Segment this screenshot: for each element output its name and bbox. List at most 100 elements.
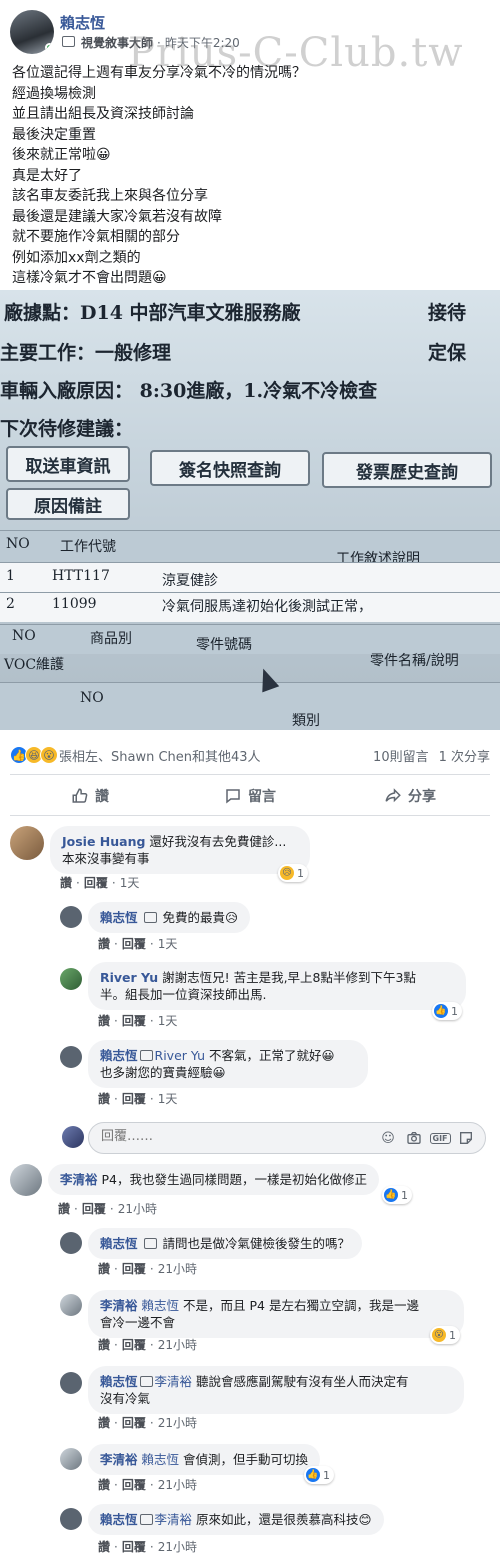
comment-text: 半。組長加一位資深技師出馬. (100, 987, 267, 1002)
commenter-name[interactable]: 賴志恆 (100, 1374, 138, 1389)
photo-cell: 商品別 (90, 631, 132, 647)
camera-icon[interactable] (405, 1129, 423, 1147)
commenter-avatar[interactable] (60, 1508, 82, 1530)
comment-reply-link[interactable]: 回覆 (122, 1092, 146, 1106)
photo-cell: VOC維護 (4, 657, 65, 673)
commenter-name[interactable]: Josie Huang (62, 834, 145, 849)
comment-like-link[interactable]: 讚 (98, 1338, 110, 1352)
current-user-avatar (62, 1126, 84, 1148)
photo-button: 簽名快照查詢 (150, 450, 310, 486)
photo-cell: NO (80, 690, 104, 706)
comment-like-link[interactable]: 讚 (58, 1202, 70, 1216)
commenter-avatar[interactable] (60, 906, 82, 928)
commenter-name[interactable]: 賴志恆 (100, 1236, 138, 1251)
commenter-avatar[interactable] (10, 1164, 42, 1196)
mentioned-user[interactable]: 賴志恆 (142, 1452, 180, 1467)
author-badge[interactable]: 視覺敘事大師 (81, 34, 153, 51)
comment-reply-link[interactable]: 回覆 (122, 937, 146, 951)
comment-time[interactable]: 21小時 (158, 1416, 197, 1430)
comment-like-link[interactable]: 讚 (98, 1478, 110, 1492)
comment-time[interactable]: 1天 (158, 1092, 178, 1106)
mentioned-user[interactable]: 李清裕 (155, 1512, 193, 1527)
comment-reply-link[interactable]: 回覆 (82, 1202, 106, 1216)
comment-reaction-count[interactable]: 😮 1 (430, 1326, 460, 1344)
reply-box: ☺ GIF (88, 1122, 486, 1154)
commenter-avatar[interactable] (10, 826, 44, 860)
commenter-name[interactable]: 李清裕 (100, 1452, 138, 1467)
comment-reaction-count[interactable]: 👍 1 (382, 1186, 412, 1204)
commenter-avatar[interactable] (60, 968, 82, 990)
comment-text: P4，我也發生過同樣問題，一樣是初始化做修正 (101, 1172, 368, 1187)
commenter-avatar[interactable] (60, 1046, 82, 1068)
comment-reply-link[interactable]: 回覆 (84, 876, 108, 890)
comment-time[interactable]: 1天 (158, 1014, 178, 1028)
comment-time[interactable]: 21小時 (158, 1262, 197, 1276)
comment-meta: 讚 · 回覆 · 21小時 (98, 1338, 197, 1352)
comment-meta: 讚 · 回覆 · 1天 (98, 937, 178, 951)
commenter-name[interactable]: 李清裕 (100, 1298, 138, 1313)
comment-reaction-count[interactable]: 😥 1 (278, 864, 308, 882)
commenter-name[interactable]: 賴志恆 (100, 910, 138, 925)
author-name[interactable]: 賴志恆 (60, 12, 105, 33)
comment-reply-link[interactable]: 回覆 (122, 1262, 146, 1276)
comment-text: 請問也是做冷氣健檢後發生的嗎？ (162, 1236, 350, 1251)
comment-reply: 李清裕 賴志恆 不是，而且 P4 是左右獨立空調，我是一邊 會冷一邊不會 😮 1… (60, 1290, 490, 1356)
comment-like-link[interactable]: 讚 (60, 876, 72, 890)
comment-like-link[interactable]: 讚 (98, 1540, 110, 1554)
comments-count[interactable]: 10則留言 (373, 746, 429, 765)
commenter-name[interactable]: 賴志恆 (100, 1048, 138, 1063)
sticker-icon[interactable] (457, 1129, 475, 1147)
commenter-avatar[interactable] (60, 1232, 82, 1254)
comment-time[interactable]: 1天 (120, 876, 140, 890)
comment-reply-link[interactable]: 回覆 (122, 1338, 146, 1352)
emoji-icon[interactable]: ☺ (379, 1129, 397, 1147)
commenter-name[interactable]: River Yu (100, 970, 158, 985)
author-avatar[interactable] (10, 10, 54, 54)
comment-like-link[interactable]: 讚 (98, 1416, 110, 1430)
mentioned-user[interactable]: River Yu (155, 1048, 205, 1063)
comment-reply-link[interactable]: 回覆 (122, 1014, 146, 1028)
shares-count[interactable]: 1 次分享 (439, 746, 490, 765)
comment-text: 本來沒事變有事 (62, 851, 150, 866)
comment-reply-link[interactable]: 回覆 (122, 1416, 146, 1430)
comment-time[interactable]: 21小時 (158, 1338, 197, 1352)
post-line: 這樣冷氣才不會出問題😀 (12, 270, 167, 286)
commenter-avatar[interactable] (60, 1448, 82, 1470)
mentioned-user[interactable]: 賴志恆 (142, 1298, 180, 1313)
gif-icon[interactable]: GIF (429, 1129, 451, 1147)
post-line: 例如添加xx劑之類的 (12, 249, 141, 266)
mentioned-user[interactable]: 李清裕 (155, 1374, 193, 1389)
meta-separator: · (157, 35, 161, 50)
comment-like-link[interactable]: 讚 (98, 1262, 110, 1276)
comment-reaction-count[interactable]: 👍 1 (304, 1466, 334, 1484)
post-line: 各位還記得上週有車友分享冷氣不冷的情況嗎？ (12, 65, 306, 81)
share-button[interactable]: 分享 (330, 778, 490, 814)
comment-like-link[interactable]: 讚 (98, 1092, 110, 1106)
comment: 李清裕 P4，我也發生過同樣問題，一樣是初始化做修正 👍 1 讚 · 回覆 · 21小時 (10, 1164, 490, 1220)
post-timestamp[interactable]: 昨天下午2:20 (165, 34, 240, 51)
divider (10, 774, 490, 775)
reaction-icons[interactable]: 👍 😆 😮 (10, 746, 58, 764)
like-label: 讚 (95, 789, 109, 805)
commenter-avatar[interactable] (60, 1294, 82, 1316)
comment-time[interactable]: 1天 (158, 937, 178, 951)
photo-cell: HTT117 (52, 568, 110, 584)
like-button[interactable]: 讚 (10, 778, 170, 814)
commenter-name[interactable]: 李清裕 (60, 1172, 98, 1187)
reaction-names[interactable]: 張相左、Shawn Chen和其他43人 (59, 746, 261, 765)
commenter-name[interactable]: 賴志恆 (100, 1512, 138, 1527)
comment-time[interactable]: 21小時 (158, 1478, 197, 1492)
comment-reply-link[interactable]: 回覆 (122, 1478, 146, 1492)
commenter-avatar[interactable] (60, 1372, 82, 1394)
comment-time[interactable]: 21小時 (118, 1202, 157, 1216)
comment-reaction-count[interactable]: 👍 1 (432, 1002, 462, 1020)
comment-like-link[interactable]: 讚 (98, 937, 110, 951)
comment-bubble: 賴志恆 免費的最貴😥 (88, 902, 251, 933)
comment-like-link[interactable]: 讚 (98, 1014, 110, 1028)
post-photo[interactable]: 廠據點：D14 中部汽車文雅服務廠 接待 主要工作：一般修理 定保 車輛入廠原因… (0, 290, 500, 730)
reply-input[interactable] (101, 1129, 351, 1144)
comment-button[interactable]: 留言 (170, 778, 330, 814)
comment-reply-link[interactable]: 回覆 (122, 1540, 146, 1554)
photo-text: 下次待修建議： (0, 418, 134, 440)
comment-time[interactable]: 21小時 (158, 1540, 197, 1554)
